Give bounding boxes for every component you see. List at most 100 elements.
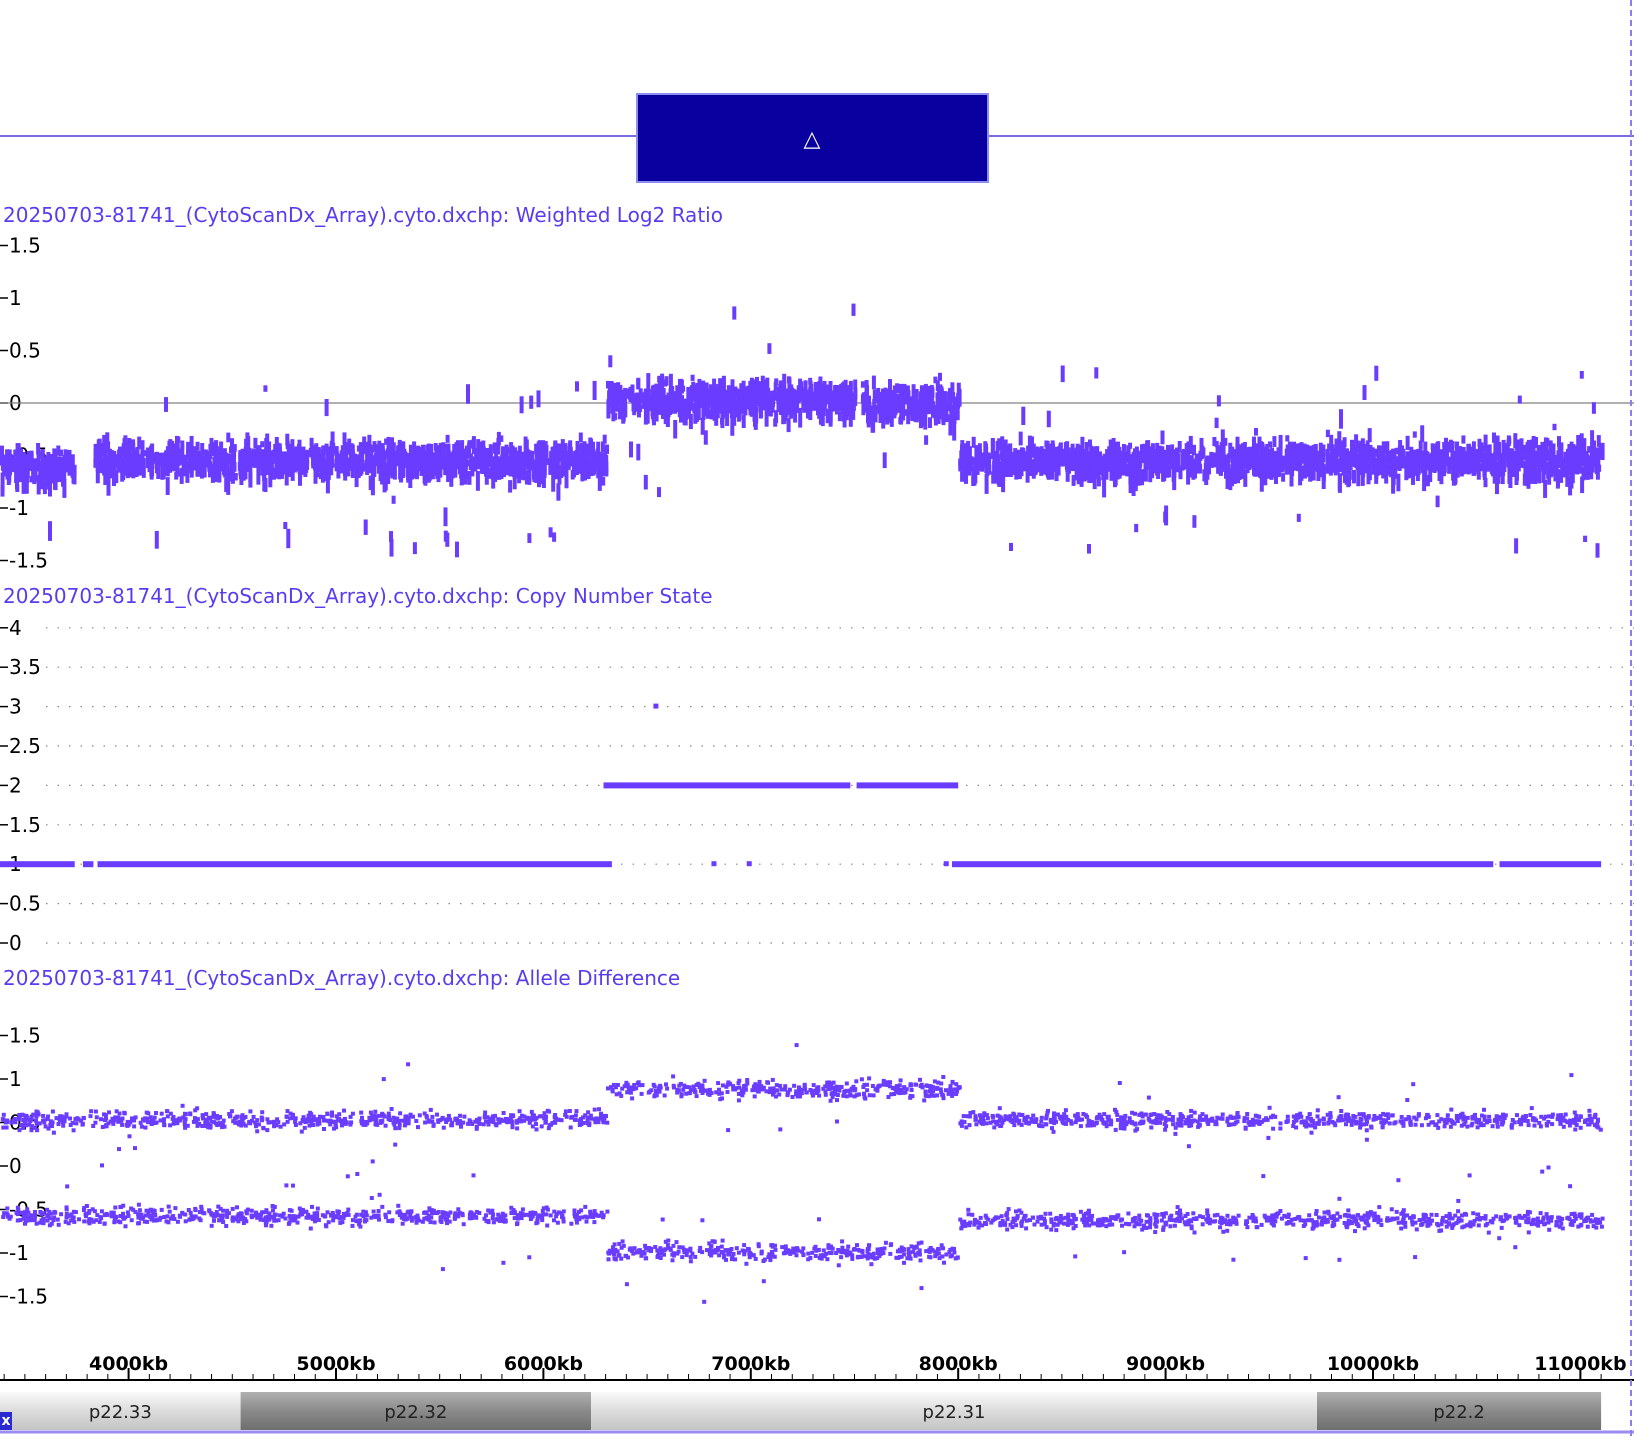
log2-point: [651, 406, 656, 423]
allele-difference-point: [665, 1086, 670, 1091]
log2-point: [262, 468, 267, 476]
allele-difference-point: [154, 1111, 158, 1115]
log2-point: [1494, 445, 1499, 455]
allele-difference-point: [175, 1219, 180, 1224]
log2-point: [1017, 451, 1022, 464]
allele-difference-point: [555, 1220, 560, 1225]
log2-point: [189, 463, 194, 472]
allele-difference-point: [304, 1215, 309, 1220]
log2-point: [1589, 461, 1594, 471]
log2-point: [808, 403, 813, 421]
allele-difference-point: [605, 1209, 610, 1214]
log2-point: [252, 453, 257, 468]
log2-point: [1514, 538, 1519, 554]
log2-point: [1552, 423, 1557, 431]
log2-point: [1163, 511, 1168, 523]
log2-point: [760, 388, 765, 396]
allele-difference-point: [484, 1213, 488, 1218]
allele-difference-point: [474, 1124, 479, 1129]
allele-difference-point: [493, 1122, 498, 1127]
log2-point: [15, 474, 19, 490]
log2-point: [1362, 385, 1367, 400]
allele-difference-point: [448, 1117, 453, 1122]
log2-point: [1037, 455, 1042, 464]
log2-point: [924, 435, 929, 445]
copy-number-point: [653, 703, 659, 709]
allele-difference-point: [417, 1218, 422, 1223]
log2-point: [782, 411, 787, 424]
allele-difference-point: [399, 1215, 404, 1220]
log2-point: [361, 463, 366, 472]
allele-difference-point: [123, 1215, 128, 1220]
allele-difference-point: [241, 1115, 246, 1120]
log2-point: [840, 395, 844, 406]
log2-point: [137, 436, 142, 450]
allele-difference-point: [588, 1113, 593, 1118]
allele-difference-point: [143, 1125, 148, 1130]
log2-point: [925, 400, 930, 414]
log2-point: [1268, 441, 1272, 448]
log2-point: [575, 381, 579, 392]
allele-difference-point: [376, 1209, 381, 1213]
log2-point: [424, 450, 429, 457]
log2-point: [1087, 453, 1092, 461]
log2-point: [1268, 459, 1272, 467]
genome-browser-viewer[interactable]: △ 20250703-81741_(CytoScanDx_Array).cyto…: [0, 0, 1634, 1438]
allele-difference-point: [301, 1210, 306, 1215]
allele-difference-point: [45, 1117, 50, 1122]
allele-difference-point: [377, 1217, 381, 1222]
log2-point: [185, 468, 190, 483]
allele-difference-point: [194, 1119, 199, 1124]
allele-difference-point: [393, 1126, 398, 1131]
log2-point: [1571, 444, 1576, 457]
log2-point: [508, 480, 513, 493]
log2-point: [1021, 406, 1026, 425]
log2-point: [560, 455, 565, 467]
log2-point: [1240, 459, 1245, 475]
log2-point: [1300, 450, 1304, 464]
log2-point: [1235, 436, 1240, 446]
allele-difference-point: [350, 1223, 355, 1228]
allele-difference-point: [1, 1215, 6, 1219]
log2-point: [828, 407, 833, 427]
allele-difference-point: [552, 1209, 557, 1214]
log2-point: [863, 391, 868, 407]
allele-difference-point: [694, 1094, 699, 1099]
allele-difference-point: [2, 1211, 7, 1216]
log2-point: [406, 464, 411, 479]
allele-difference-point: [141, 1117, 145, 1122]
allele-difference-point: [148, 1115, 153, 1120]
log2-point: [96, 451, 101, 463]
log2-point: [730, 417, 735, 436]
cnv-triangle-icon: △: [804, 127, 821, 152]
log2-point: [1591, 402, 1596, 414]
log2-point: [269, 454, 274, 463]
y-tick-label: 2.5: [9, 734, 41, 758]
log2-point: [1071, 458, 1076, 472]
allele-difference-point: [120, 1122, 125, 1127]
allele-difference-point: [88, 1114, 93, 1119]
log2-point: [638, 404, 643, 412]
allele-difference-point: [71, 1128, 76, 1133]
allele-difference-point: [341, 1211, 346, 1216]
log2-point: [1534, 437, 1538, 448]
log2-point: [1468, 446, 1473, 455]
log2-point: [1116, 447, 1121, 468]
log2-point: [588, 437, 593, 456]
log2-point: [603, 452, 608, 469]
allele-difference-point: [369, 1196, 374, 1200]
log2-point: [1030, 436, 1034, 456]
allele-difference-point: [68, 1123, 73, 1127]
allele-difference-point: [325, 1210, 330, 1215]
log2-point: [1338, 465, 1343, 472]
allele-difference-point: [327, 1119, 332, 1124]
log2-point: [1461, 435, 1466, 444]
log2-point: [295, 460, 299, 471]
allele-difference-point: [133, 1115, 138, 1120]
log2-point: [1219, 452, 1224, 463]
log2-point: [1583, 535, 1588, 542]
log2-point: [1134, 457, 1139, 466]
allele-difference-point: [89, 1109, 94, 1114]
allele-difference-point: [100, 1163, 104, 1168]
log2-point: [1365, 440, 1370, 451]
